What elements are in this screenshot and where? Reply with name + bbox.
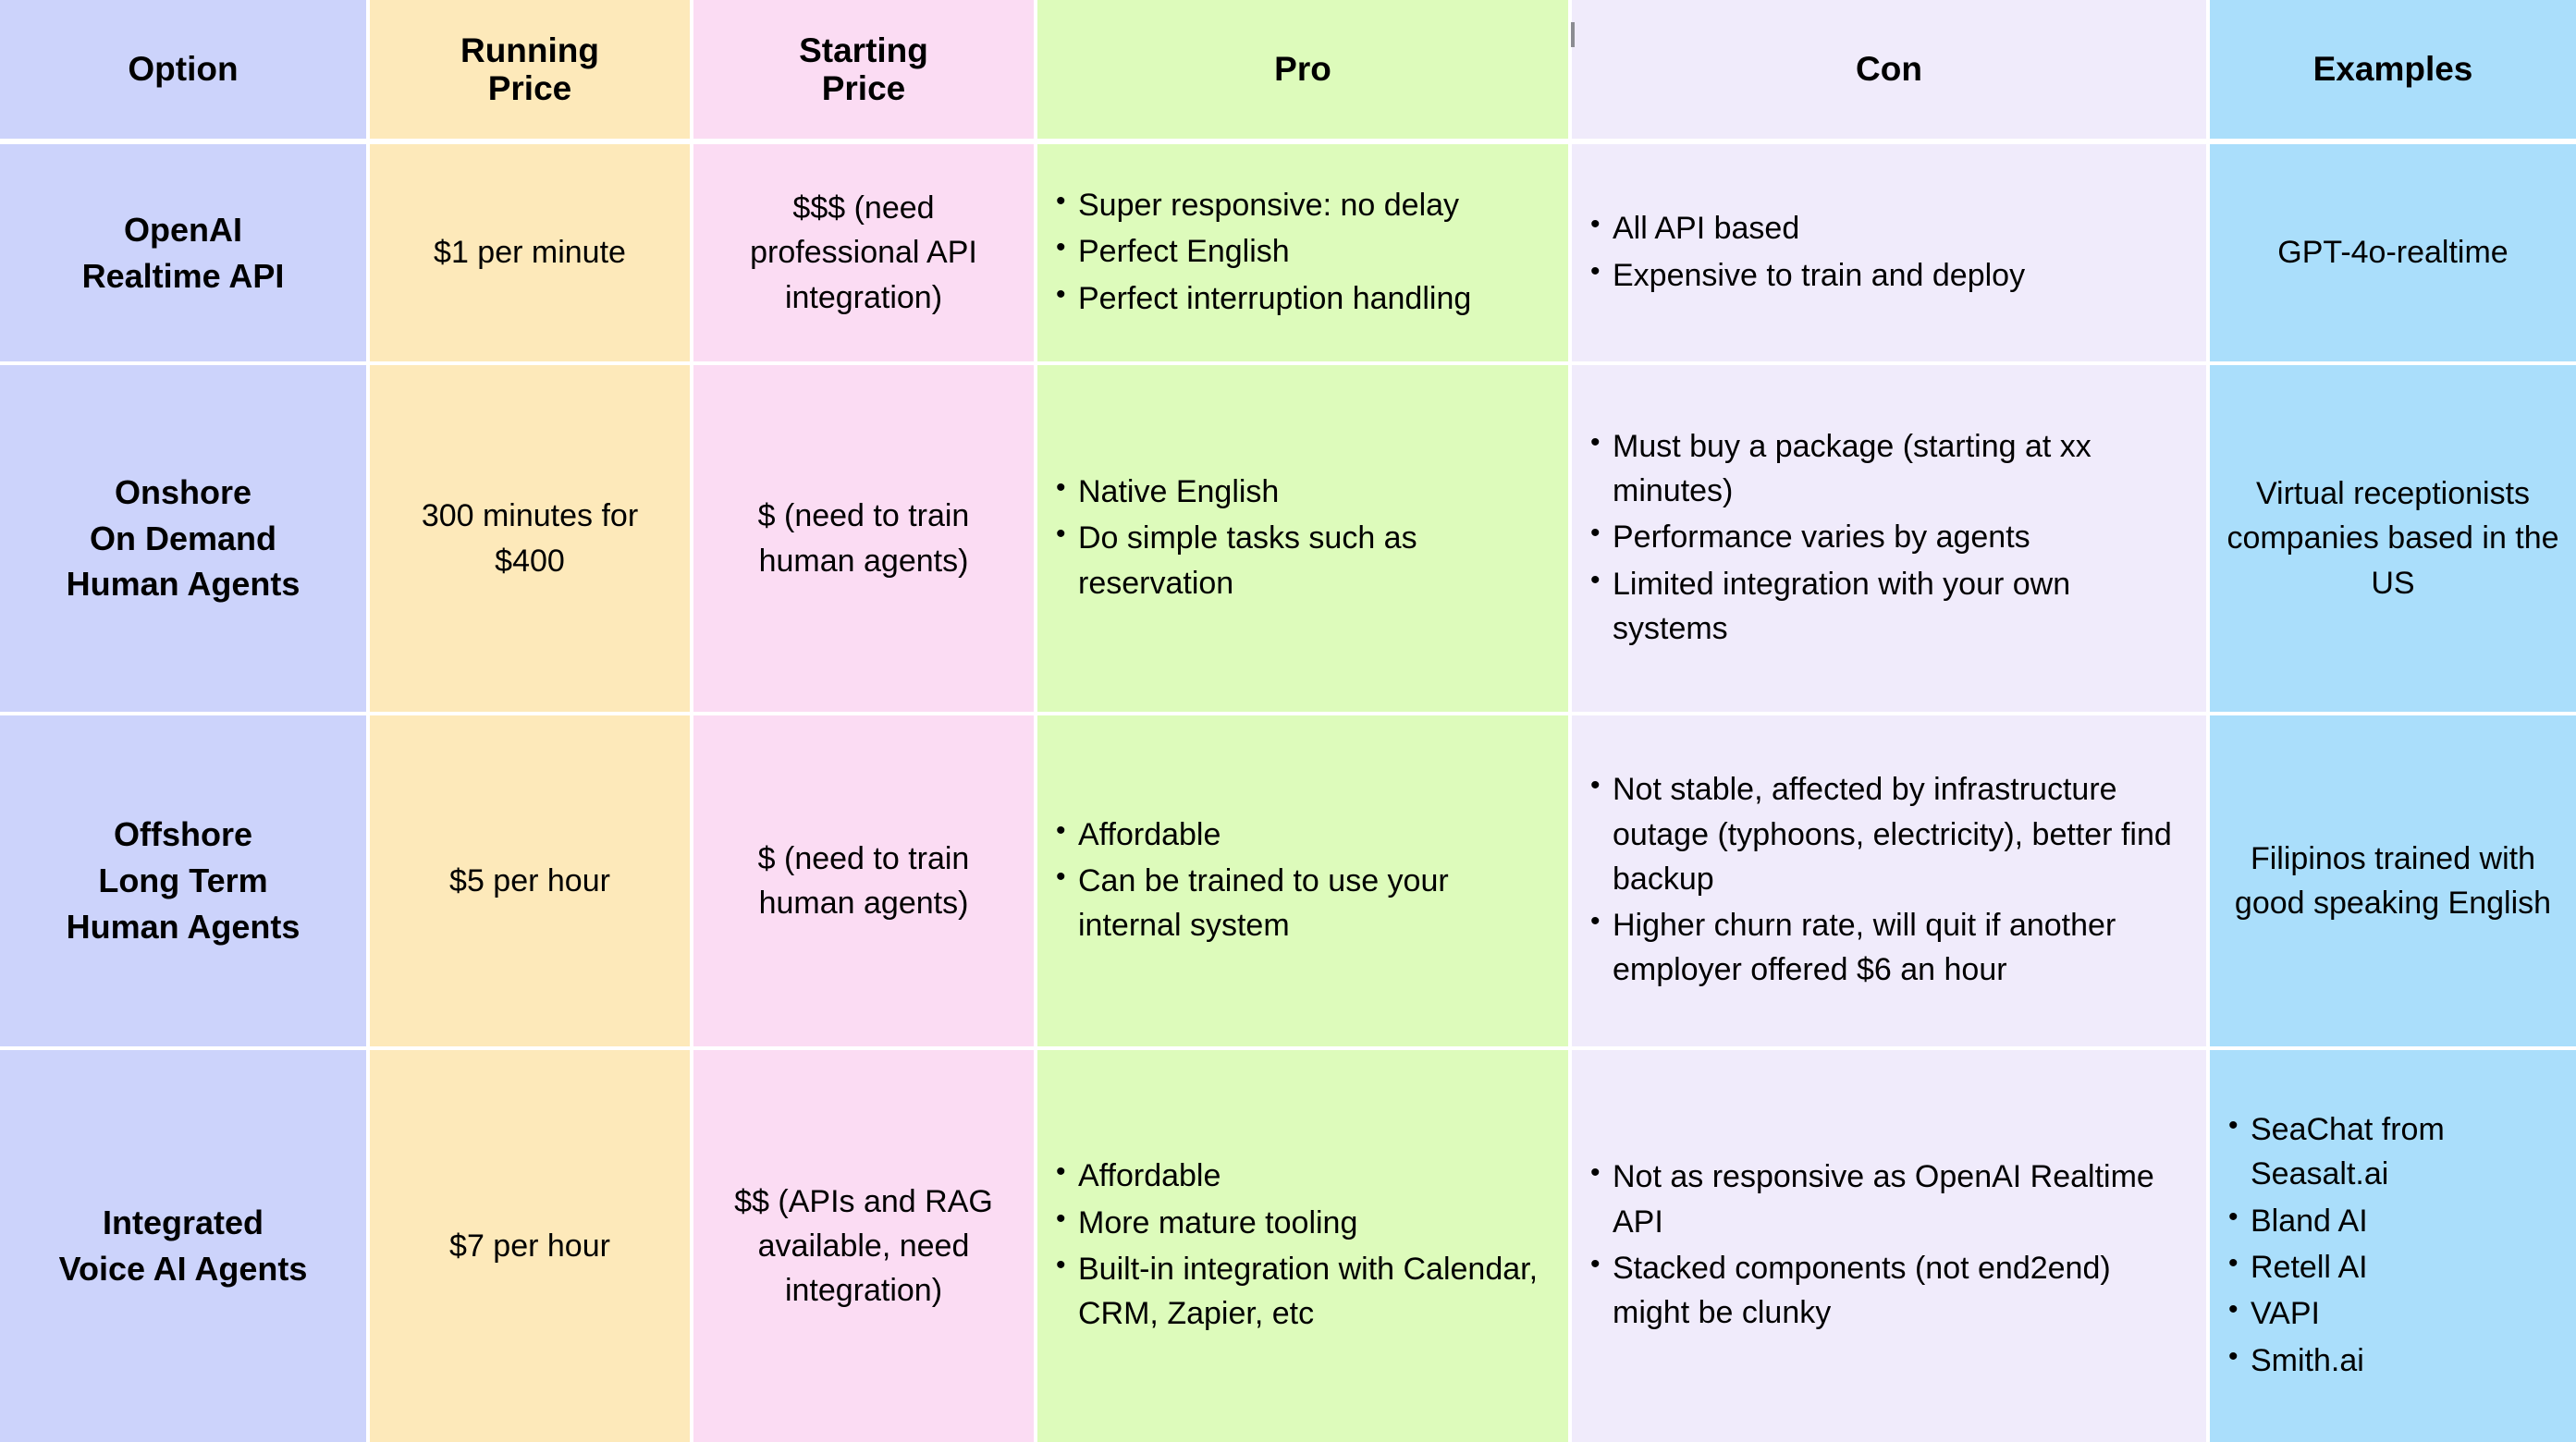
example-bullet-item: Retell AI: [2226, 1244, 2559, 1289]
con-bullet-list: Must buy a package (starting at xx minut…: [1589, 423, 2190, 652]
example-bullet-item: Bland AI: [2226, 1198, 2559, 1243]
column-header-running-price-line1: Running: [460, 31, 599, 69]
con-bullet-list: Not stable, affected by infrastructure o…: [1589, 766, 2190, 993]
cell-starting-price: $ (need to train human agents): [693, 365, 1037, 715]
cell-running-price: $5 per hour: [370, 715, 693, 1050]
option-line: Realtime API: [81, 256, 285, 295]
cell-examples: GPT-4o-realtime: [2210, 144, 2576, 365]
cell-option: Offshore Long Term Human Agents: [0, 715, 370, 1050]
cell-examples: Filipinos trained with good speaking Eng…: [2210, 715, 2576, 1050]
cell-option: Onshore On Demand Human Agents: [0, 365, 370, 715]
pro-bullet-item: More mature tooling: [1054, 1200, 1552, 1245]
table-body: OpenAI Realtime API $1 per minute $$$ (need…: [0, 144, 2576, 1442]
pro-bullet-item: Super responsive: no delay: [1054, 182, 1552, 227]
column-header-examples-label: Examples: [2312, 50, 2473, 89]
option-line: Human Agents: [66, 565, 301, 604]
pro-bullet-item: Perfect interruption handling: [1054, 275, 1552, 321]
option-lines: OpenAI Realtime API: [17, 207, 350, 299]
cell-con: Must buy a package (starting at xx minut…: [1572, 365, 2210, 715]
column-header-con-label: Con: [1856, 50, 1922, 89]
cell-running-price: $1 per minute: [370, 144, 693, 365]
option-line: OpenAI: [123, 210, 242, 249]
option-line: Integrated: [102, 1204, 264, 1242]
table-header: Option Running Price Starting Price Pro …: [0, 0, 2576, 144]
table-page: Option Running Price Starting Price Pro …: [0, 0, 2576, 1442]
example-bullet-list: SeaChat from Seasalt.aiBland AIRetell AI…: [2226, 1106, 2559, 1383]
table-row: OpenAI Realtime API $1 per minute $$$ (need…: [0, 144, 2576, 365]
option-line: Voice AI Agents: [58, 1250, 308, 1288]
con-bullet-item: Stacked components (not end2end) might b…: [1589, 1245, 2190, 1336]
pro-bullet-list: AffordableCan be trained to use your int…: [1054, 812, 1552, 948]
pro-bullet-item: Perfect English: [1054, 228, 1552, 274]
table-row: Onshore On Demand Human Agents 300 minutes …: [0, 365, 2576, 715]
cell-running-price: 300 minutes for $400: [370, 365, 693, 715]
option-line: Human Agents: [66, 907, 301, 946]
cell-starting-price: $ (need to train human agents): [693, 715, 1037, 1050]
cell-option: OpenAI Realtime API: [0, 144, 370, 365]
voice-ai-comparison-table: Option Running Price Starting Price Pro …: [0, 0, 2576, 1442]
pro-bullet-list: Super responsive: no delayPerfect Englis…: [1054, 182, 1552, 321]
column-header-starting-price-line1: Starting: [799, 31, 928, 69]
column-header-pro-label: Pro: [1274, 50, 1331, 89]
cell-examples: Virtual receptionists companies based in…: [2210, 365, 2576, 715]
con-bullet-item: Must buy a package (starting at xx minut…: [1589, 423, 2190, 514]
option-line: Long Term: [98, 862, 268, 900]
pro-bullet-item: Built-in integration with Calendar, CRM,…: [1054, 1246, 1552, 1337]
column-header-starting-price-line2: Price: [821, 69, 906, 107]
cell-con: All API basedExpensive to train and depl…: [1572, 144, 2210, 365]
con-bullet-item: Not stable, affected by infrastructure o…: [1589, 766, 2190, 901]
cell-option: Integrated Voice AI Agents: [0, 1050, 370, 1442]
cell-starting-price: $$$ (need professional API integration): [693, 144, 1037, 365]
column-header-option-label: Option: [128, 50, 239, 89]
example-bullet-item: SeaChat from Seasalt.ai: [2226, 1106, 2559, 1197]
column-header-running-price[interactable]: Running Price: [370, 0, 693, 144]
con-bullet-item: Higher churn rate, will quit if another …: [1589, 902, 2190, 993]
pro-bullet-item: Affordable: [1054, 812, 1552, 857]
table-row: Offshore Long Term Human Agents $5 per hour…: [0, 715, 2576, 1050]
column-header-running-price-line2: Price: [487, 69, 572, 107]
con-bullet-list: All API basedExpensive to train and depl…: [1589, 205, 2190, 298]
option-line: Offshore: [113, 815, 252, 854]
table-row: Integrated Voice AI Agents $7 per hour $$ (…: [0, 1050, 2576, 1442]
option-line: Onshore: [114, 472, 252, 511]
pro-bullet-item: Affordable: [1054, 1153, 1552, 1198]
example-bullet-item: VAPI: [2226, 1290, 2559, 1336]
column-header-examples[interactable]: Examples: [2210, 0, 2576, 144]
con-bullet-item: All API based: [1589, 205, 2190, 251]
pro-bullet-list: AffordableMore mature toolingBuilt-in in…: [1054, 1153, 1552, 1337]
con-bullet-item: Performance varies by agents: [1589, 514, 2190, 559]
cell-pro: Native EnglishDo simple tasks such as re…: [1037, 365, 1572, 715]
column-header-starting-price[interactable]: Starting Price: [693, 0, 1037, 144]
con-bullet-item: Expensive to train and deploy: [1589, 251, 2190, 298]
con-bullet-list: Not as responsive as OpenAI Realtime API…: [1589, 1154, 2190, 1336]
pro-bullet-item: Native English: [1054, 469, 1552, 514]
cell-con: Not stable, affected by infrastructure o…: [1572, 715, 2210, 1050]
option-lines: Offshore Long Term Human Agents: [17, 812, 350, 949]
pro-bullet-item: Do simple tasks such as reservation: [1054, 515, 1552, 605]
cell-starting-price: $$ (APIs and RAG available, need integra…: [693, 1050, 1037, 1442]
option-lines: Integrated Voice AI Agents: [17, 1200, 350, 1291]
example-bullet-item: Smith.ai: [2226, 1338, 2559, 1383]
con-bullet-item: Limited integration with your own system…: [1589, 561, 2190, 652]
column-header-option[interactable]: Option: [0, 0, 370, 144]
column-header-pro[interactable]: Pro: [1037, 0, 1572, 144]
pro-bullet-item: Can be trained to use your internal syst…: [1054, 858, 1552, 948]
cell-pro: Super responsive: no delayPerfect Englis…: [1037, 144, 1572, 365]
column-header-con[interactable]: Con: [1572, 0, 2210, 144]
option-line: On Demand: [89, 519, 277, 557]
header-row: Option Running Price Starting Price Pro …: [0, 0, 2576, 144]
cell-con: Not as responsive as OpenAI Realtime API…: [1572, 1050, 2210, 1442]
pro-bullet-list: Native EnglishDo simple tasks such as re…: [1054, 469, 1552, 605]
cell-pro: AffordableCan be trained to use your int…: [1037, 715, 1572, 1050]
cell-running-price: $7 per hour: [370, 1050, 693, 1442]
option-lines: Onshore On Demand Human Agents: [17, 470, 350, 607]
column-resize-handle[interactable]: [1571, 22, 1575, 47]
cell-pro: AffordableMore mature toolingBuilt-in in…: [1037, 1050, 1572, 1442]
cell-examples: SeaChat from Seasalt.aiBland AIRetell AI…: [2210, 1050, 2576, 1442]
con-bullet-item: Not as responsive as OpenAI Realtime API: [1589, 1154, 2190, 1244]
